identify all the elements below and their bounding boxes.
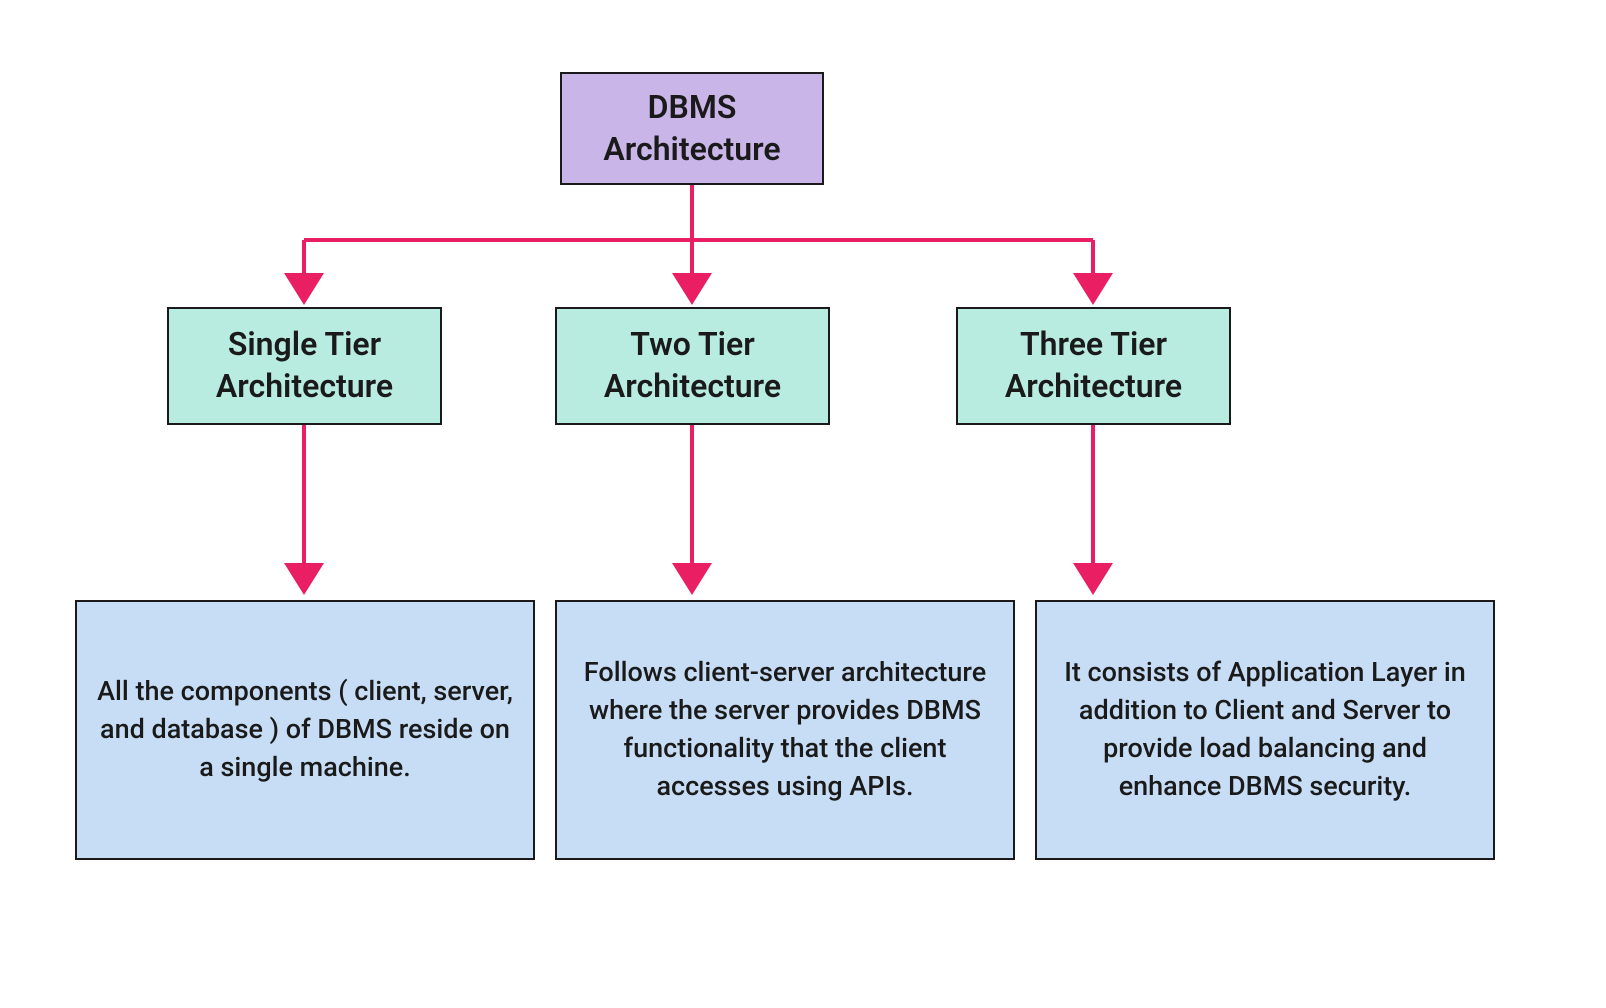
root-title: DBMS Architecture bbox=[592, 87, 792, 170]
description-node-three: It consists of Application Layer in addi… bbox=[1035, 600, 1495, 860]
description-text: All the components ( client, server, and… bbox=[97, 673, 513, 786]
tier-title: Three Tier Architecture bbox=[982, 324, 1205, 407]
tier-node-single: Single Tier Architecture bbox=[167, 307, 442, 425]
tier-title: Single Tier Architecture bbox=[193, 324, 416, 407]
description-node-two: Follows client-server architecture where… bbox=[555, 600, 1015, 860]
root-node: DBMS Architecture bbox=[560, 72, 824, 185]
description-node-single: All the components ( client, server, and… bbox=[75, 600, 535, 860]
dbms-architecture-diagram: DBMS Architecture Single Tier Architectu… bbox=[0, 0, 1606, 1008]
tier-title: Two Tier Architecture bbox=[581, 324, 804, 407]
description-text: It consists of Application Layer in addi… bbox=[1057, 654, 1473, 805]
tier-node-three: Three Tier Architecture bbox=[956, 307, 1231, 425]
tier-node-two: Two Tier Architecture bbox=[555, 307, 830, 425]
description-text: Follows client-server architecture where… bbox=[577, 654, 993, 805]
